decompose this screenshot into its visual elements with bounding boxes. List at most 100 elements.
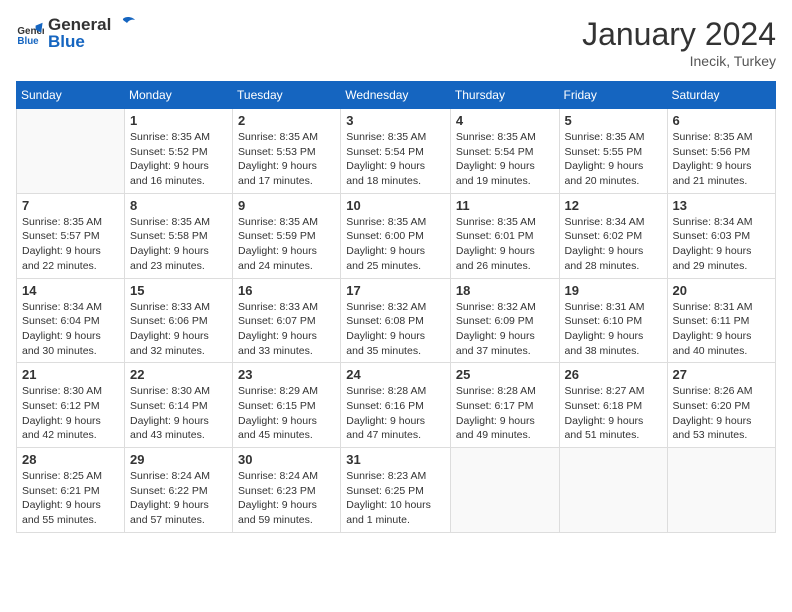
calendar-day-cell (17, 109, 125, 194)
day-number: 5 (565, 113, 662, 128)
day-info: Sunrise: 8:35 AMSunset: 5:59 PMDaylight:… (238, 215, 335, 274)
logo-icon: General Blue (16, 20, 44, 48)
day-number: 15 (130, 283, 227, 298)
day-info: Sunrise: 8:28 AMSunset: 6:16 PMDaylight:… (346, 384, 445, 443)
calendar-day-cell: 11 Sunrise: 8:35 AMSunset: 6:01 PMDayligh… (450, 193, 559, 278)
day-info: Sunrise: 8:33 AMSunset: 6:06 PMDaylight:… (130, 300, 227, 359)
weekday-header-row: SundayMondayTuesdayWednesdayThursdayFrid… (17, 82, 776, 109)
calendar-day-cell: 9 Sunrise: 8:35 AMSunset: 5:59 PMDaylight… (233, 193, 341, 278)
calendar-day-cell: 2Sunrise: 8:35 AMSunset: 5:53 PMDaylight… (233, 109, 341, 194)
day-info: Sunrise: 8:25 AMSunset: 6:21 PMDaylight:… (22, 469, 119, 528)
calendar-day-cell: 30Sunrise: 8:24 AMSunset: 6:23 PMDayligh… (233, 448, 341, 533)
day-number: 29 (130, 452, 227, 467)
day-info: Sunrise: 8:35 AMSunset: 5:57 PMDaylight:… (22, 215, 119, 274)
month-title: January 2024 (582, 16, 776, 53)
day-info: Sunrise: 8:27 AMSunset: 6:18 PMDaylight:… (565, 384, 662, 443)
calendar-day-cell: 25 Sunrise: 8:28 AMSunset: 6:17 PMDayligh… (450, 363, 559, 448)
day-info: Sunrise: 8:34 AMSunset: 6:03 PMDaylight:… (673, 215, 770, 274)
day-info: Sunrise: 8:35 AMSunset: 5:58 PMDaylight:… (130, 215, 227, 274)
calendar-day-cell: 1 Sunrise: 8:35 AMSunset: 5:52 PMDaylight… (125, 109, 233, 194)
calendar-week-row: 14Sunrise: 8:34 AMSunset: 6:04 PMDayligh… (17, 278, 776, 363)
calendar-day-cell: 29 Sunrise: 8:24 AMSunset: 6:22 PMDayligh… (125, 448, 233, 533)
calendar-day-cell: 12Sunrise: 8:34 AMSunset: 6:02 PMDayligh… (559, 193, 667, 278)
calendar-week-row: 1 Sunrise: 8:35 AMSunset: 5:52 PMDaylight… (17, 109, 776, 194)
day-number: 25 (456, 367, 554, 382)
day-number: 28 (22, 452, 119, 467)
weekday-header-thursday: Thursday (450, 82, 559, 109)
day-number: 8 (130, 198, 227, 213)
day-number: 14 (22, 283, 119, 298)
day-number: 10 (346, 198, 445, 213)
day-info: Sunrise: 8:35 AMSunset: 5:55 PMDaylight:… (565, 130, 662, 189)
day-number: 9 (238, 198, 335, 213)
svg-text:Blue: Blue (17, 35, 39, 46)
weekday-header-monday: Monday (125, 82, 233, 109)
day-number: 30 (238, 452, 335, 467)
day-number: 20 (673, 283, 770, 298)
calendar-week-row: 21Sunrise: 8:30 AMSunset: 6:12 PMDayligh… (17, 363, 776, 448)
logo: General Blue General Blue (16, 16, 135, 51)
calendar-day-cell: 15 Sunrise: 8:33 AMSunset: 6:06 PMDayligh… (125, 278, 233, 363)
calendar-day-cell: 3Sunrise: 8:35 AMSunset: 5:54 PMDaylight… (341, 109, 451, 194)
calendar-day-cell: 10 Sunrise: 8:35 AMSunset: 6:00 PMDayligh… (341, 193, 451, 278)
day-info: Sunrise: 8:35 AMSunset: 5:52 PMDaylight:… (130, 130, 227, 189)
day-info: Sunrise: 8:23 AMSunset: 6:25 PMDaylight:… (346, 469, 445, 528)
calendar-day-cell: 24 Sunrise: 8:28 AMSunset: 6:16 PMDayligh… (341, 363, 451, 448)
logo-bird-icon (113, 16, 135, 34)
day-info: Sunrise: 8:33 AMSunset: 6:07 PMDaylight:… (238, 300, 335, 359)
calendar-day-cell: 31Sunrise: 8:23 AMSunset: 6:25 PMDayligh… (341, 448, 451, 533)
calendar-day-cell: 28 Sunrise: 8:25 AMSunset: 6:21 PMDayligh… (17, 448, 125, 533)
calendar-day-cell: 17Sunrise: 8:32 AMSunset: 6:08 PMDayligh… (341, 278, 451, 363)
day-number: 13 (673, 198, 770, 213)
calendar-day-cell: 23 Sunrise: 8:29 AMSunset: 6:15 PMDayligh… (233, 363, 341, 448)
day-info: Sunrise: 8:35 AMSunset: 5:54 PMDaylight:… (456, 130, 554, 189)
day-info: Sunrise: 8:31 AMSunset: 6:10 PMDaylight:… (565, 300, 662, 359)
calendar-day-cell: 21Sunrise: 8:30 AMSunset: 6:12 PMDayligh… (17, 363, 125, 448)
page-header: General Blue General Blue January 2024 I… (16, 16, 776, 69)
day-info: Sunrise: 8:24 AMSunset: 6:22 PMDaylight:… (130, 469, 227, 528)
calendar-day-cell: 16 Sunrise: 8:33 AMSunset: 6:07 PMDayligh… (233, 278, 341, 363)
calendar-day-cell: 4 Sunrise: 8:35 AMSunset: 5:54 PMDaylight… (450, 109, 559, 194)
logo-blue-text: Blue (48, 33, 135, 52)
location-text: Inecik, Turkey (582, 53, 776, 69)
calendar-day-cell (667, 448, 775, 533)
day-info: Sunrise: 8:26 AMSunset: 6:20 PMDaylight:… (673, 384, 770, 443)
day-info: Sunrise: 8:30 AMSunset: 6:14 PMDaylight:… (130, 384, 227, 443)
day-info: Sunrise: 8:35 AMSunset: 6:00 PMDaylight:… (346, 215, 445, 274)
day-number: 16 (238, 283, 335, 298)
calendar-day-cell: 18 Sunrise: 8:32 AMSunset: 6:09 PMDayligh… (450, 278, 559, 363)
calendar-day-cell: 19Sunrise: 8:31 AMSunset: 6:10 PMDayligh… (559, 278, 667, 363)
day-number: 22 (130, 367, 227, 382)
day-number: 23 (238, 367, 335, 382)
day-info: Sunrise: 8:31 AMSunset: 6:11 PMDaylight:… (673, 300, 770, 359)
day-number: 26 (565, 367, 662, 382)
day-info: Sunrise: 8:35 AMSunset: 6:01 PMDaylight:… (456, 215, 554, 274)
calendar-day-cell: 7 Sunrise: 8:35 AMSunset: 5:57 PMDaylight… (17, 193, 125, 278)
day-info: Sunrise: 8:34 AMSunset: 6:02 PMDaylight:… (565, 215, 662, 274)
day-info: Sunrise: 8:35 AMSunset: 5:56 PMDaylight:… (673, 130, 770, 189)
day-number: 6 (673, 113, 770, 128)
calendar-week-row: 7 Sunrise: 8:35 AMSunset: 5:57 PMDaylight… (17, 193, 776, 278)
day-number: 11 (456, 198, 554, 213)
calendar-day-cell: 14Sunrise: 8:34 AMSunset: 6:04 PMDayligh… (17, 278, 125, 363)
day-number: 7 (22, 198, 119, 213)
day-number: 27 (673, 367, 770, 382)
weekday-header-sunday: Sunday (17, 82, 125, 109)
day-info: Sunrise: 8:35 AMSunset: 5:54 PMDaylight:… (346, 130, 445, 189)
day-info: Sunrise: 8:29 AMSunset: 6:15 PMDaylight:… (238, 384, 335, 443)
day-number: 18 (456, 283, 554, 298)
weekday-header-tuesday: Tuesday (233, 82, 341, 109)
day-number: 24 (346, 367, 445, 382)
day-info: Sunrise: 8:32 AMSunset: 6:09 PMDaylight:… (456, 300, 554, 359)
day-number: 21 (22, 367, 119, 382)
title-section: January 2024 Inecik, Turkey (582, 16, 776, 69)
day-number: 1 (130, 113, 227, 128)
weekday-header-friday: Friday (559, 82, 667, 109)
day-number: 4 (456, 113, 554, 128)
calendar-day-cell: 13 Sunrise: 8:34 AMSunset: 6:03 PMDayligh… (667, 193, 775, 278)
calendar-day-cell (450, 448, 559, 533)
day-info: Sunrise: 8:32 AMSunset: 6:08 PMDaylight:… (346, 300, 445, 359)
weekday-header-wednesday: Wednesday (341, 82, 451, 109)
day-number: 2 (238, 113, 335, 128)
day-info: Sunrise: 8:28 AMSunset: 6:17 PMDaylight:… (456, 384, 554, 443)
